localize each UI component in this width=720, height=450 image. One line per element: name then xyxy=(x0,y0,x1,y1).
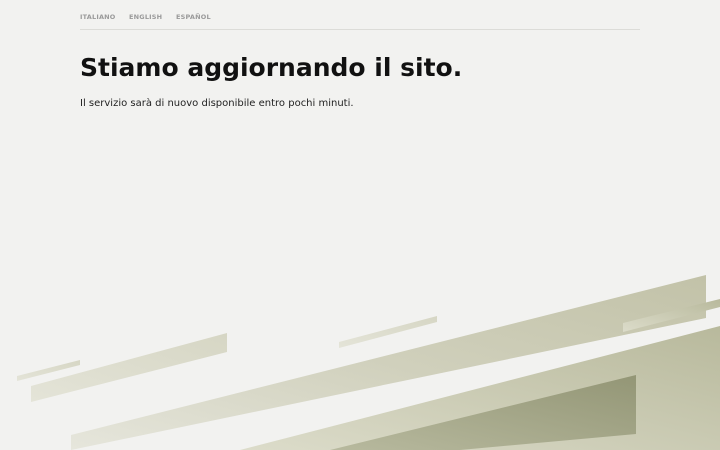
language-nav: ITALIANO ENGLISH ESPAÑOL xyxy=(80,13,640,30)
stripe-medium-left xyxy=(31,333,227,402)
lang-link-espanol[interactable]: ESPAÑOL xyxy=(176,13,211,21)
lang-link-english[interactable]: ENGLISH xyxy=(129,13,162,21)
stripe-thin-middle xyxy=(339,316,437,348)
stripe-large xyxy=(71,275,706,450)
stripe-right-small xyxy=(623,299,720,332)
stripe-lower-right xyxy=(240,326,720,450)
maintenance-page: ITALIANO ENGLISH ESPAÑOL Stiamo aggiorna… xyxy=(0,0,720,450)
page-title: Stiamo aggiornando il sito. xyxy=(80,53,463,82)
lang-link-italiano[interactable]: ITALIANO xyxy=(80,13,116,21)
maintenance-message: Il servizio sarà di nuovo disponibile en… xyxy=(80,98,354,109)
stripe-small-left xyxy=(17,360,80,381)
stripe-dark xyxy=(330,375,636,450)
